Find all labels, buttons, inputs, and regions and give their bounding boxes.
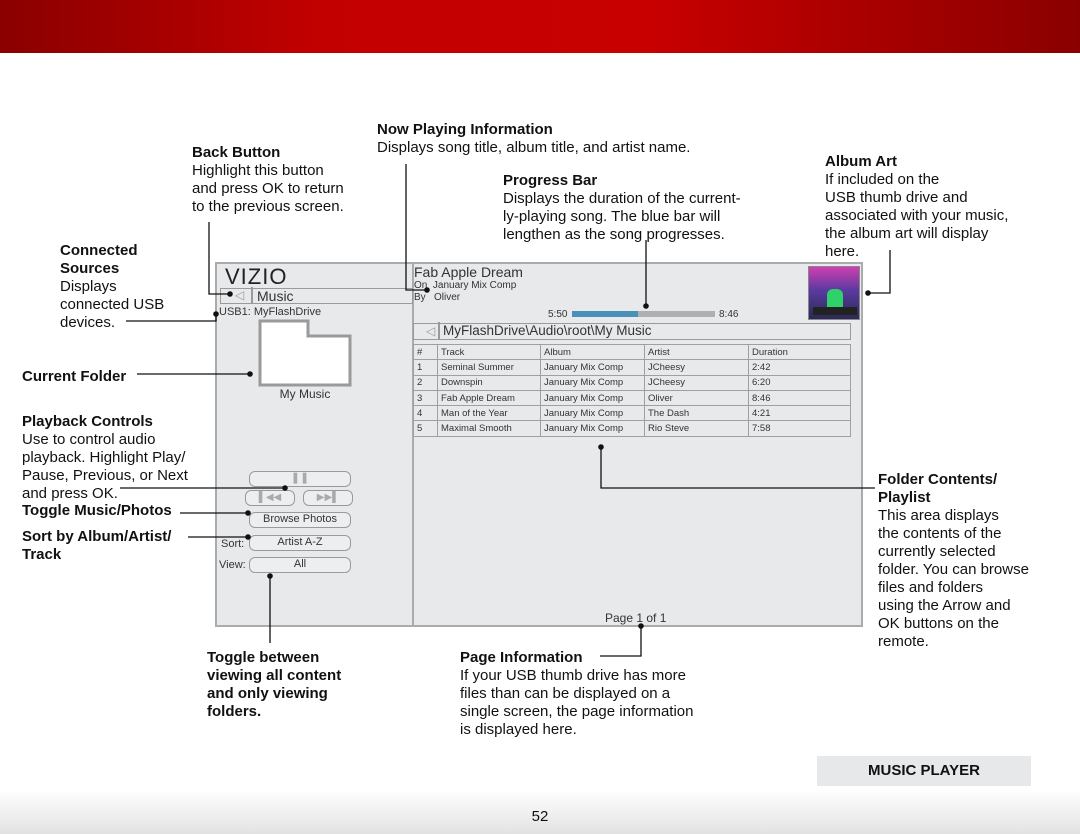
callout-lines [120,164,891,657]
